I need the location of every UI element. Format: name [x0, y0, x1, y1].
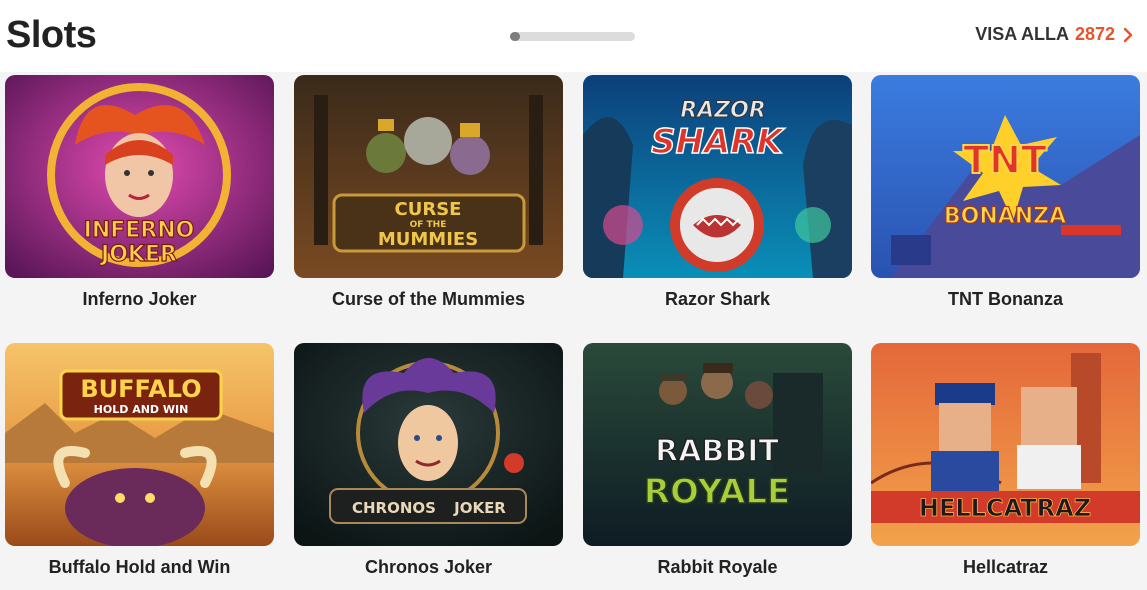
rabbit-royale-art: RABBIT ROYALE	[583, 343, 852, 546]
game-title[interactable]: Rabbit Royale	[583, 557, 852, 578]
section-header: Slots VISA ALLA 2872	[0, 0, 1147, 72]
art-line-1: HELLCATRAZ	[919, 494, 1091, 522]
game-card-hellcatraz[interactable]: HELLCATRAZ Hellcatraz	[871, 343, 1140, 590]
game-card-razor-shark[interactable]: RAZOR SHARK Razor Shark	[583, 75, 852, 325]
art-line-2: HOLD AND WIN	[94, 403, 189, 416]
hellcatraz-art: HELLCATRAZ	[871, 343, 1140, 546]
art-line-1: CHRONOS	[352, 499, 436, 517]
game-card-chronos-joker[interactable]: CHRONOS JOKER Chronos Joker	[294, 343, 563, 590]
game-title[interactable]: Buffalo Hold and Win	[5, 557, 274, 578]
game-card-inferno-joker[interactable]: INFERNO JOKER Inferno Joker	[5, 75, 274, 325]
game-thumbnail[interactable]: TNT BONANZA	[871, 75, 1140, 278]
see-all-count: 2872	[1074, 24, 1115, 44]
game-thumbnail[interactable]: HELLCATRAZ	[871, 343, 1140, 546]
game-card-tnt-bonanza[interactable]: TNT BONANZA TNT Bonanza	[871, 75, 1140, 325]
game-card-curse-of-the-mummies[interactable]: CURSE OF THE MUMMIES Curse of the Mummie…	[294, 75, 563, 325]
game-title[interactable]: Razor Shark	[583, 289, 852, 310]
game-thumbnail[interactable]: RAZOR SHARK	[583, 75, 852, 278]
inferno-joker-art: INFERNO JOKER	[5, 75, 274, 278]
section-title: Slots	[6, 14, 97, 56]
scrollbar-thumb[interactable]	[510, 32, 520, 41]
art-line-3: MUMMIES	[378, 229, 478, 250]
art-line-2: JOKER	[99, 242, 177, 267]
game-card-buffalo-hold-and-win[interactable]: BUFFALO HOLD AND WIN Buffalo Hold and Wi…	[5, 343, 274, 590]
game-thumbnail[interactable]: CURSE OF THE MUMMIES	[294, 75, 563, 278]
art-line-1: RABBIT	[655, 434, 779, 469]
game-card-rabbit-royale[interactable]: RABBIT ROYALE Rabbit Royale	[583, 343, 852, 590]
game-title[interactable]: Inferno Joker	[5, 289, 274, 310]
art-line-1: RAZOR	[680, 98, 766, 123]
art-line-1: BUFFALO	[80, 375, 201, 403]
art-line-1: CURSE	[395, 199, 462, 220]
tnt-bonanza-art: TNT BONANZA	[871, 75, 1140, 278]
see-all-link[interactable]: VISA ALLA 2872	[975, 24, 1133, 45]
art-line-2: JOKER	[453, 499, 506, 517]
see-all-label: VISA ALLA	[975, 24, 1069, 44]
carousel-scrollbar[interactable]	[510, 32, 635, 41]
game-thumbnail[interactable]: RABBIT ROYALE	[583, 343, 852, 546]
game-thumbnail[interactable]: INFERNO JOKER	[5, 75, 274, 278]
game-title[interactable]: TNT Bonanza	[871, 289, 1140, 310]
curse-of-the-mummies-art: CURSE OF THE MUMMIES	[294, 75, 563, 278]
razor-shark-art: RAZOR SHARK	[583, 75, 852, 278]
art-line-2: BONANZA	[944, 204, 1066, 229]
art-line-2: SHARK	[651, 122, 785, 162]
art-line-1: TNT	[963, 138, 1047, 182]
game-thumbnail[interactable]: BUFFALO HOLD AND WIN	[5, 343, 274, 546]
game-title[interactable]: Chronos Joker	[294, 557, 563, 578]
game-title[interactable]: Hellcatraz	[871, 557, 1140, 578]
art-line-2: ROYALE	[644, 472, 790, 512]
chronos-joker-art: CHRONOS JOKER	[294, 343, 563, 546]
chevron-right-icon	[1123, 27, 1133, 42]
art-line-1: INFERNO	[84, 218, 195, 243]
buffalo-hold-and-win-art: BUFFALO HOLD AND WIN	[5, 343, 274, 546]
game-thumbnail[interactable]: CHRONOS JOKER	[294, 343, 563, 546]
game-title[interactable]: Curse of the Mummies	[294, 289, 563, 310]
